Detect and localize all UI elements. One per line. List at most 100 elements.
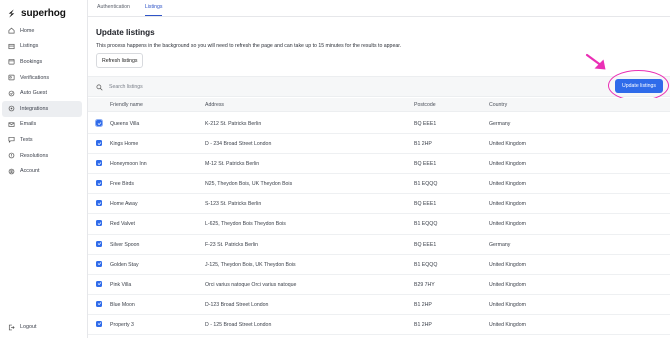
logout-button[interactable]: Logout [2, 321, 43, 333]
cell-friendly-name: Red Valvet [110, 221, 135, 228]
cell-friendly-name: Free Birds [110, 181, 134, 188]
cell-friendly-name: Kings Home [110, 141, 139, 148]
sidebar-item-texts[interactable]: Texts [2, 132, 82, 148]
superhog-logo-icon [8, 9, 15, 18]
cell-address: M-12 St. Patricks Berlin [205, 161, 260, 168]
texts-icon [8, 136, 15, 144]
sidebar-item-label: Verifications [20, 74, 50, 81]
cell-country: Germany [489, 121, 511, 127]
row-checkbox[interactable] [96, 300, 102, 307]
cell-address: N25, Theydon Bois, UK Theydon Bois [205, 181, 293, 188]
tab-listings[interactable]: Listings [144, 4, 163, 16]
table-row[interactable]: Queens Villa K-212 St. Patricks Berlin B… [88, 114, 670, 135]
tab-bar: Authentication Listings [88, 0, 670, 17]
sidebar-item-label: Resolutions [20, 152, 49, 159]
sidebar-item-label: Integrations [20, 105, 49, 112]
cell-friendly-name: Property 3 [110, 321, 134, 328]
cell-country: Germany [489, 241, 511, 248]
sidebar-item-label: Emails [20, 121, 37, 128]
sidebar-item-integrations[interactable]: Integrations [2, 100, 82, 117]
table-row[interactable]: Silver Spoon F-23 St. Patricks Berlin BQ… [88, 235, 670, 255]
column-header-postcode[interactable]: Postcode [414, 102, 436, 108]
row-checkbox[interactable] [96, 180, 102, 187]
sidebar-item-verifications[interactable]: Verifications [2, 70, 82, 86]
column-header-address[interactable]: Address [205, 102, 224, 108]
email-icon [8, 121, 15, 128]
verifications-icon [8, 74, 15, 81]
cell-address: L-625, Theydon Bois Theydon Bois [205, 221, 286, 228]
row-checkbox[interactable] [96, 240, 102, 247]
cell-friendly-name: Queens Villa [110, 121, 140, 127]
table-row[interactable]: Property 3 D - 125 Broad Street London B… [88, 315, 670, 336]
sidebar-item-emails[interactable]: Emails [2, 117, 82, 133]
cell-address: J-125, Theydon Bois, UK Theydon Bois [205, 261, 296, 268]
auto-guest-icon [8, 90, 15, 97]
account-icon [8, 168, 15, 175]
listings-table-body: Queens Villa K-212 St. Patricks Berlin B… [88, 114, 670, 336]
cell-postcode: BQ EEE1 [414, 161, 437, 168]
sidebar-item-label: Texts [20, 136, 33, 143]
cell-postcode: B1 EQQQ [414, 181, 438, 188]
cell-address: Orci varius natoque Orci varius natoque [205, 281, 297, 288]
table-row[interactable]: Free Birds N25, Theydon Bois, UK Theydon… [88, 174, 670, 195]
table-header: Friendly name Address Postcode Country [88, 98, 670, 112]
table-row[interactable]: Blue Moon D-123 Broad Street London B1 2… [88, 295, 670, 315]
cell-friendly-name: Honeymoon Inn [110, 161, 147, 168]
table-row[interactable]: Golden Stay J-125, Theydon Bois, UK They… [88, 255, 670, 275]
cell-address: D-123 Broad Street London [205, 301, 269, 308]
table-row[interactable]: Red Valvet L-625, Theydon Bois Theydon B… [88, 214, 670, 235]
integrations-icon [8, 105, 15, 112]
sidebar-item-home[interactable]: Home [2, 23, 82, 39]
column-header-friendly-name[interactable]: Friendly name [110, 102, 143, 108]
row-checkbox[interactable] [96, 260, 102, 267]
cell-country: United Kingdom [489, 221, 526, 228]
cell-country: United Kingdom [489, 141, 526, 148]
listings-icon [8, 43, 15, 50]
sidebar-item-resolutions[interactable]: Resolutions [2, 148, 82, 164]
row-checkbox[interactable] [96, 140, 102, 147]
row-checkbox[interactable] [96, 160, 102, 167]
cell-country: United Kingdom [489, 181, 526, 188]
brand-logo[interactable]: superhog [0, 0, 87, 22]
sidebar-item-label: Home [20, 27, 35, 34]
cell-friendly-name: Pink Villa [110, 281, 132, 288]
cell-postcode: B1 EQQQ [414, 261, 438, 268]
tab-authentication[interactable]: Authentication [97, 4, 130, 16]
row-checkbox[interactable] [96, 200, 102, 207]
update-listings-button[interactable]: Update listings [615, 79, 663, 93]
cell-postcode: BQ EEE1 [414, 121, 437, 127]
cell-friendly-name: Blue Moon [110, 301, 135, 308]
cell-address: D - 125 Broad Street London [205, 321, 272, 328]
cell-postcode: BQ EEE1 [414, 201, 437, 208]
search-input[interactable] [109, 82, 309, 92]
search-icon [96, 84, 103, 91]
cell-country: United Kingdom [489, 161, 526, 168]
column-header-country[interactable]: Country [489, 102, 507, 108]
cell-address: F-23 St. Patricks Berlin [205, 241, 259, 248]
table-row[interactable]: Honeymoon Inn M-12 St. Patricks Berlin B… [88, 154, 670, 175]
sidebar-item-listings[interactable]: Listings [2, 39, 82, 55]
table-row[interactable]: Kings Home D - 234 Broad Street London B… [88, 134, 670, 155]
cell-country: United Kingdom [489, 281, 526, 288]
sidebar-item-label: Listings [20, 43, 39, 50]
table-row[interactable]: Home Away S-123 St. Patricks Berlin BQ E… [88, 194, 670, 215]
row-checkbox[interactable] [94, 118, 104, 128]
sidebar-item-auto-guest[interactable]: Auto Guest [2, 85, 82, 101]
cell-postcode: BQ EEE1 [414, 241, 437, 248]
row-checkbox[interactable] [96, 220, 102, 227]
cell-address: K-212 St. Patricks Berlin [205, 121, 262, 127]
table-row[interactable]: Pink Villa Orci varius natoque Orci vari… [88, 275, 670, 295]
sidebar-item-bookings[interactable]: Bookings [2, 54, 82, 70]
row-checkbox[interactable] [96, 320, 102, 327]
sidebar-item-account[interactable]: Account [2, 163, 82, 179]
cell-postcode: B1 2HP [414, 141, 432, 148]
brand-name: superhog [21, 8, 66, 19]
page-description: This process happens in the background s… [96, 43, 402, 49]
logout-icon [8, 324, 15, 331]
cell-address: S-123 St. Patricks Berlin [205, 201, 262, 208]
row-checkbox[interactable] [96, 280, 102, 287]
refresh-listings-button[interactable]: Refresh listings [96, 53, 144, 68]
cell-country: United Kingdom [489, 201, 526, 208]
cell-postcode: B1 2HP [414, 321, 432, 328]
resolutions-icon [8, 152, 15, 159]
